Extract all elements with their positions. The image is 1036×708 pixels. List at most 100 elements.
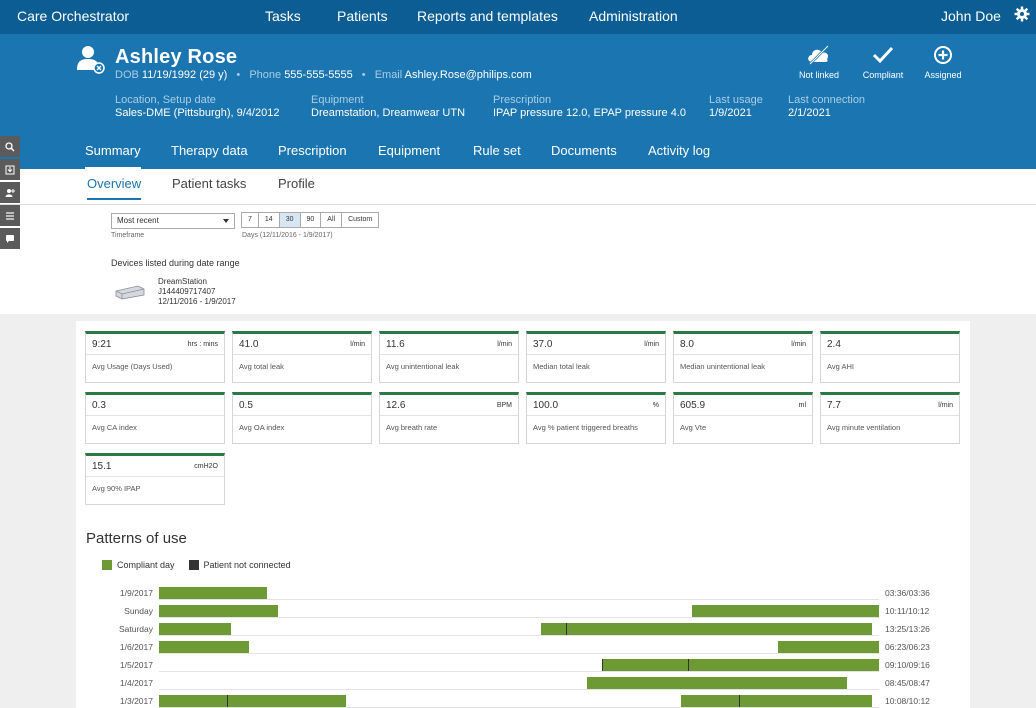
usage-bar[interactable] [587, 677, 847, 689]
card-divider [86, 476, 224, 477]
usage-bar[interactable] [681, 695, 872, 707]
usage-bar[interactable] [159, 641, 249, 653]
dob-value: 11/19/1992 (29 y) [141, 69, 228, 81]
card-divider [233, 415, 371, 416]
status-label: Not linked [798, 70, 840, 80]
not-connected-marker [227, 695, 229, 707]
metric-card: 605.9 ml Avg Vte [673, 392, 813, 444]
fact-label: Prescription [493, 94, 552, 106]
subtab-overview[interactable]: Overview [87, 176, 142, 200]
usage-time-label: 08:45/08:47 [885, 678, 930, 688]
search-icon[interactable] [0, 136, 20, 157]
usage-bar[interactable] [159, 695, 347, 707]
status-assigned[interactable]: Assigned [913, 44, 973, 80]
fact-label: Equipment [311, 94, 364, 106]
metric-card: 9:21 hrs : mins Avg Usage (Days Used) [85, 331, 225, 383]
metric-value: 0.3 [92, 400, 106, 411]
days-option-all[interactable]: All [320, 212, 343, 228]
metric-unit: cmH2O [194, 463, 218, 470]
cpap-device-icon [115, 285, 145, 300]
card-divider [380, 354, 518, 355]
tab-activity-log[interactable]: Activity log [648, 143, 710, 158]
days-range-label: Days (12/11/2016 - 1/9/2017) [242, 232, 333, 239]
metric-unit: l/min [497, 341, 512, 348]
timeframe-select[interactable]: Most recent [111, 213, 235, 229]
patient-avatar-icon [77, 46, 105, 74]
not-connected-marker [738, 695, 740, 707]
subtab-patient-tasks[interactable]: Patient tasks [172, 176, 246, 191]
tab-equipment[interactable]: Equipment [378, 143, 440, 158]
device-serial: J144409717407 [158, 287, 216, 296]
metric-label: Avg % patient triggered breaths [533, 423, 638, 432]
metric-card: 0.3 Avg CA index [85, 392, 225, 444]
tab-rule-set[interactable]: Rule set [473, 143, 521, 158]
user-menu[interactable]: John Doe [941, 8, 1001, 24]
status-not-linked[interactable]: Not linked [789, 44, 849, 80]
list-icon[interactable] [0, 205, 20, 226]
chat-icon[interactable] [0, 228, 20, 249]
metric-unit: ml [798, 402, 806, 409]
days-option-30[interactable]: 30 [278, 212, 301, 228]
gear-icon[interactable] [1014, 6, 1030, 22]
device-info: DreamStation J144409717407 12/11/2016 - … [158, 277, 236, 307]
nav-administration[interactable]: Administration [589, 8, 678, 24]
metric-label: Median total leak [533, 362, 590, 371]
metric-label: Avg OA index [239, 423, 285, 432]
tab-prescription[interactable]: Prescription [278, 143, 347, 158]
tab-therapy-data[interactable]: Therapy data [171, 143, 248, 158]
summary-subtabs: Overview Patient tasks Profile [0, 169, 1036, 205]
usage-bar[interactable] [778, 641, 879, 653]
nav-reports-and-templates[interactable]: Reports and templates [417, 8, 558, 24]
usage-bar[interactable] [601, 659, 879, 671]
metric-card: 0.5 Avg OA index [232, 392, 372, 444]
subtab-profile[interactable]: Profile [278, 176, 315, 191]
days-option-7[interactable]: 7 [241, 212, 259, 228]
app-title[interactable]: Care Orchestrator [17, 8, 129, 24]
usage-bar[interactable] [159, 587, 267, 599]
phone-value: 555-555-5555 [284, 69, 353, 81]
fact-prescription: Prescription IPAP pressure 12.0, EPAP pr… [493, 94, 686, 119]
not-connected-marker [601, 659, 603, 671]
metric-label: Avg breath rate [386, 423, 438, 432]
usage-bar[interactable] [159, 605, 278, 617]
chevron-down-icon [223, 219, 229, 223]
tab-documents[interactable]: Documents [551, 143, 617, 158]
plus-circle-icon [934, 46, 952, 64]
nav-tasks[interactable]: Tasks [265, 8, 301, 24]
metric-card: 12.6 BPM Avg breath rate [379, 392, 519, 444]
metric-unit: % [652, 402, 659, 409]
metric-label: Avg CA index [92, 423, 137, 432]
usage-day-label: 1/9/2017 [119, 588, 153, 598]
card-divider [86, 354, 224, 355]
usage-day-label: 1/5/2017 [119, 660, 153, 670]
email-value[interactable]: Ashley.Rose@philips.com [405, 69, 532, 81]
fact-equipment: Equipment Dreamstation, Dreamwear UTN [311, 94, 465, 119]
metric-label: Avg Vte [680, 423, 707, 432]
days-option-custom[interactable]: Custom [341, 212, 380, 228]
usage-day-label: 1/3/2017 [119, 696, 153, 706]
usage-bar[interactable] [159, 623, 231, 635]
tab-summary[interactable]: Summary [85, 143, 141, 170]
usage-track [159, 599, 879, 600]
usage-bar[interactable] [691, 605, 879, 617]
days-option-14[interactable]: 14 [257, 212, 280, 228]
card-divider [86, 415, 224, 416]
usage-time-label: 13:25/13:26 [885, 624, 930, 634]
nav-patients[interactable]: Patients [337, 8, 388, 24]
usage-bar[interactable] [540, 623, 872, 635]
usage-track [159, 617, 879, 618]
card-divider [821, 415, 959, 416]
fact-value: 2/1/2021 [788, 107, 831, 119]
patient-name: Ashley Rose [115, 46, 238, 68]
status-compliant[interactable]: Compliant [853, 44, 913, 80]
usage-day-label: 1/6/2017 [119, 642, 153, 652]
card-divider [233, 354, 371, 355]
fact-last-usage: Last usage 1/9/2021 [709, 94, 763, 119]
days-option-90[interactable]: 90 [299, 212, 322, 228]
metric-label: Avg 90% IPAP [92, 484, 141, 493]
usage-time-label: 03:36/03:36 [885, 588, 930, 598]
usage-row: Saturday 13:25/13:26 [100, 621, 950, 639]
dob-label: DOB [115, 69, 139, 81]
metric-card: 15.1 cmH2O Avg 90% IPAP [85, 453, 225, 505]
status-label: Assigned [924, 70, 962, 80]
